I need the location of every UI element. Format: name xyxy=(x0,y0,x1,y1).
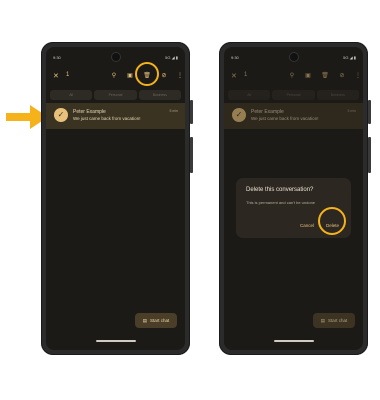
tab-all[interactable]: All xyxy=(228,90,271,100)
close-icon[interactable]: ✕ xyxy=(53,72,59,80)
more-options-icon[interactable]: ⋮ xyxy=(353,71,363,81)
chat-icon: ▤ xyxy=(320,318,325,323)
volume-button xyxy=(190,137,193,173)
front-camera xyxy=(289,53,298,61)
tab-all[interactable]: All xyxy=(50,90,93,100)
screen-left: 9:30 5G ◢ ▮ ✕ 1 ⚲ ▣ 🗑 ⊘ ⋮ All Personal B… xyxy=(46,47,185,350)
start-chat-label: Start chat xyxy=(328,318,348,323)
tab-business[interactable]: Business xyxy=(316,90,359,100)
phone-right: 9:30 5G ◢ ▮ ✕ 1 ⚲ ▣ 🗑 ⊘ ⋮ All Personal B… xyxy=(219,42,371,355)
delete-icon[interactable]: 🗑 xyxy=(320,71,330,81)
message-time: 5 min xyxy=(169,109,178,113)
start-chat-label: Start chat xyxy=(150,318,170,323)
pin-icon[interactable]: ⚲ xyxy=(287,71,297,81)
highlight-circle xyxy=(318,207,346,235)
gesture-nav-bar[interactable] xyxy=(273,340,314,342)
power-button xyxy=(190,100,193,124)
status-time: 9:30 xyxy=(231,55,239,60)
selected-count: 1 xyxy=(66,72,70,78)
archive-icon[interactable]: ▣ xyxy=(125,71,135,81)
conversation-row[interactable]: ✓ Peter Example We just came back from v… xyxy=(46,103,185,129)
power-button xyxy=(368,100,371,124)
block-icon[interactable]: ⊘ xyxy=(337,71,347,81)
pin-icon[interactable]: ⚲ xyxy=(109,71,119,81)
checkmark-icon: ✓ xyxy=(232,108,246,122)
dialog-title: Delete this conversation? xyxy=(246,187,314,193)
block-icon[interactable]: ⊘ xyxy=(159,71,169,81)
contact-name: Peter Example xyxy=(73,109,106,115)
start-chat-button[interactable]: ▤ Start chat xyxy=(313,313,355,328)
screen-right: 9:30 5G ◢ ▮ ✕ 1 ⚲ ▣ 🗑 ⊘ ⋮ All Personal B… xyxy=(224,47,363,350)
volume-button xyxy=(368,137,371,173)
close-icon[interactable]: ✕ xyxy=(231,72,237,80)
chat-icon: ▤ xyxy=(142,318,147,323)
status-signal: 5G ◢ ▮ xyxy=(343,55,356,60)
filter-tabs: All Personal Business xyxy=(228,90,359,100)
selection-toolbar: ✕ 1 ⚲ ▣ 🗑 ⊘ ⋮ xyxy=(231,71,361,83)
filter-tabs: All Personal Business xyxy=(50,90,181,100)
archive-icon[interactable]: ▣ xyxy=(303,71,313,81)
highlight-circle xyxy=(135,62,159,86)
checkmark-icon: ✓ xyxy=(54,108,68,122)
tab-personal[interactable]: Personal xyxy=(272,90,315,100)
front-camera xyxy=(111,53,120,61)
selected-count: 1 xyxy=(244,72,248,78)
tab-personal[interactable]: Personal xyxy=(94,90,137,100)
status-time: 9:30 xyxy=(53,55,61,60)
message-time: 5 min xyxy=(347,109,356,113)
start-chat-button[interactable]: ▤ Start chat xyxy=(135,313,177,328)
gesture-nav-bar[interactable] xyxy=(95,340,136,342)
status-signal: 5G ◢ ▮ xyxy=(165,55,178,60)
contact-name: Peter Example xyxy=(251,109,284,115)
selection-toolbar: ✕ 1 ⚲ ▣ 🗑 ⊘ ⋮ xyxy=(53,71,183,83)
message-preview: We just came back from vacation! xyxy=(73,116,141,121)
conversation-row[interactable]: ✓ Peter Example We just came back from v… xyxy=(224,103,363,129)
more-options-icon[interactable]: ⋮ xyxy=(175,71,185,81)
phone-left: 9:30 5G ◢ ▮ ✕ 1 ⚲ ▣ 🗑 ⊘ ⋮ All Personal B… xyxy=(41,42,193,355)
cancel-button[interactable]: Cancel xyxy=(300,223,314,228)
tab-business[interactable]: Business xyxy=(138,90,181,100)
message-preview: We just came back from vacation! xyxy=(251,116,319,121)
dialog-body: This is permanent and can't be undone xyxy=(246,200,316,205)
